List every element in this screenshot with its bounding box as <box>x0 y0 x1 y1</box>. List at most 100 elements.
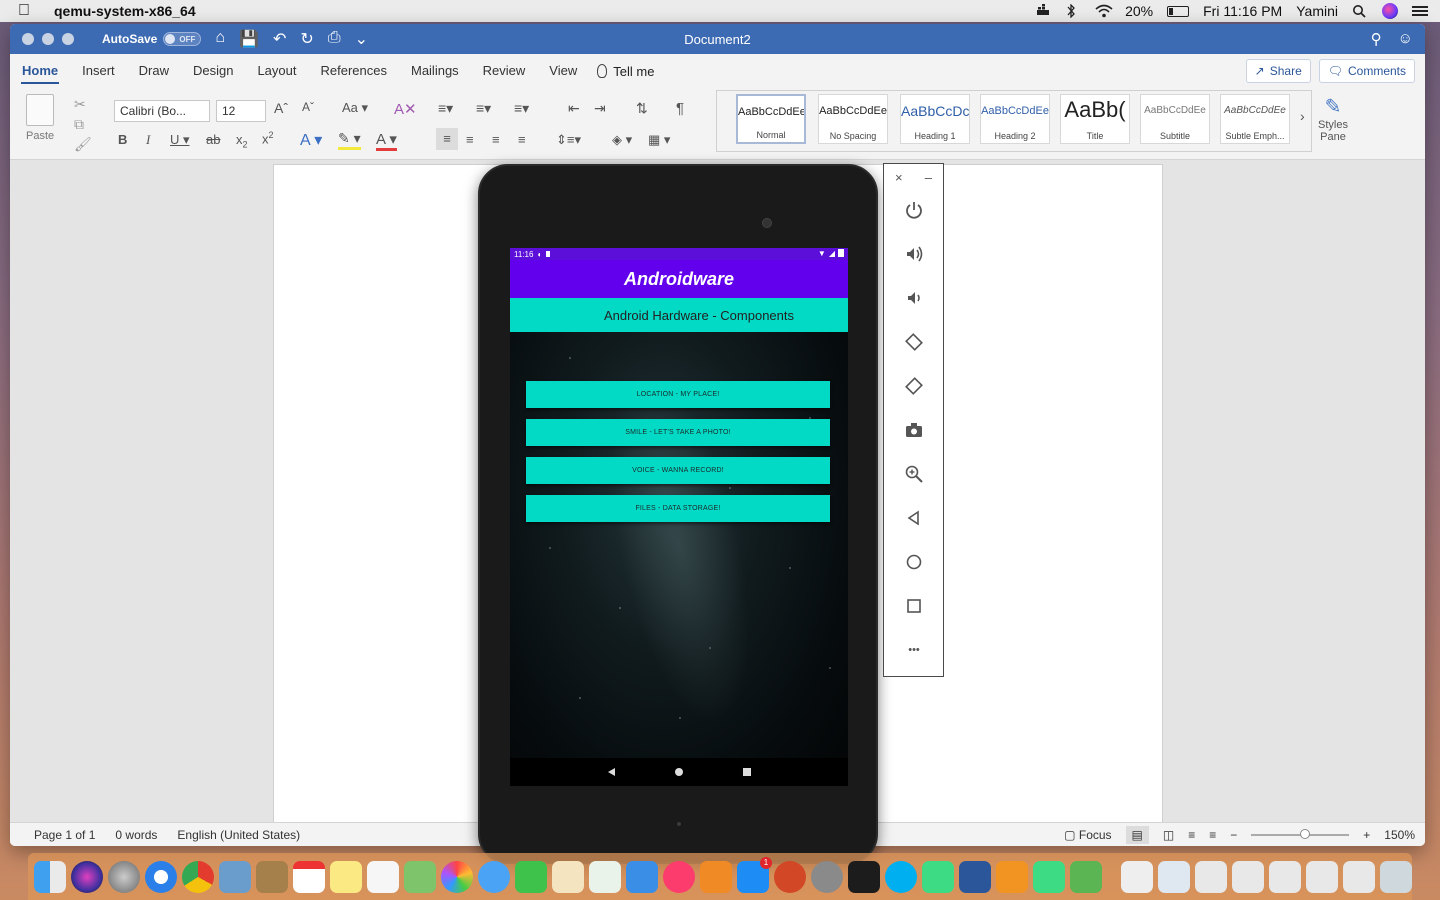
overview-square-icon[interactable] <box>902 594 926 618</box>
redo-icon[interactable]: ↻ <box>300 29 313 49</box>
chrome-icon[interactable] <box>182 860 214 893</box>
storage-button[interactable]: FILES - DATA STORAGE! <box>526 495 830 522</box>
bluetooth-icon[interactable] <box>1065 3 1081 19</box>
screenshot-stack-icon[interactable] <box>1343 860 1375 893</box>
font-name-select[interactable]: Calibri (Bo... <box>114 100 210 122</box>
zoom-percent[interactable]: 150% <box>1384 828 1415 842</box>
tell-me-box[interactable]: Tell me <box>597 64 654 79</box>
volume-down-icon[interactable] <box>902 286 926 310</box>
battery-icon[interactable] <box>1167 5 1190 17</box>
siri-dock-icon[interactable] <box>71 860 103 893</box>
style-heading-2[interactable]: AaBbCcDdEe Heading 2 <box>980 94 1050 144</box>
justify-icon[interactable]: ≡ <box>518 132 526 147</box>
style-title[interactable]: AaBb( Title <box>1060 94 1130 144</box>
text-effects-icon[interactable]: A ▾ <box>300 130 322 150</box>
customize-toolbar-icon[interactable]: ⌄ <box>355 29 368 49</box>
clear-formatting-icon[interactable]: A✕ <box>394 100 417 118</box>
tab-references[interactable]: References <box>309 54 399 88</box>
trash-icon[interactable] <box>1380 860 1412 893</box>
books-icon[interactable] <box>700 860 732 893</box>
more-options-icon[interactable]: ••• <box>902 638 926 662</box>
spotlight-search-icon[interactable] <box>1352 4 1368 18</box>
photo-button[interactable]: SMILE - LET'S TAKE A PHOTO! <box>526 419 830 446</box>
notes-icon[interactable] <box>330 860 362 893</box>
strikethrough-icon[interactable]: ab <box>206 132 220 147</box>
zoom-slider-thumb[interactable] <box>1300 829 1311 839</box>
increase-indent-icon[interactable]: ⇥ <box>594 100 606 117</box>
share-button[interactable]: ↗ Share <box>1245 59 1311 83</box>
home-circle-icon[interactable] <box>902 550 926 574</box>
contacts-icon[interactable] <box>256 860 288 893</box>
search-icon[interactable]: ⚲ <box>1371 30 1382 48</box>
terminal-icon[interactable] <box>848 860 880 893</box>
nav-recents-icon[interactable] <box>742 768 751 776</box>
android-screen[interactable]: 11:16 ◐ ▼ ◢ Androidware Android Hardware… <box>510 248 848 786</box>
align-center-icon[interactable]: ≡ <box>466 132 474 147</box>
undo-icon[interactable]: ↶ <box>273 29 286 49</box>
tab-mailings[interactable]: Mailings <box>399 54 471 88</box>
page-count[interactable]: Page 1 of 1 <box>34 828 95 842</box>
shading-icon[interactable]: ◈ ▾ <box>612 132 632 148</box>
location-button[interactable]: LOCATION - MY PLACE! <box>526 381 830 408</box>
safari-icon[interactable] <box>145 860 177 893</box>
minimize-window-button[interactable] <box>42 33 54 45</box>
android-studio-icon[interactable] <box>922 860 954 893</box>
messages-icon[interactable] <box>478 860 510 893</box>
word-count[interactable]: 0 words <box>115 828 157 842</box>
italic-icon[interactable]: I <box>146 132 150 148</box>
volume-up-icon[interactable] <box>902 242 926 266</box>
home-icon[interactable]: ⌂ <box>215 29 225 49</box>
siri-icon[interactable] <box>1382 3 1398 19</box>
screenshot-stack-icon[interactable] <box>1306 860 1338 893</box>
multilevel-list-icon[interactable]: ≡▾ <box>514 100 529 117</box>
print-layout-view-icon[interactable]: ▤ <box>1125 826 1149 844</box>
superscript-icon[interactable]: x2 <box>262 130 274 146</box>
panel-close-icon[interactable]: × <box>895 170 903 185</box>
facetime-icon[interactable] <box>515 860 547 893</box>
line-spacing-icon[interactable]: ⇕≡▾ <box>556 132 581 148</box>
smiley-feedback-icon[interactable]: ☺ <box>1398 30 1413 48</box>
pages-icon[interactable] <box>552 860 584 893</box>
screenshot-stack-icon[interactable] <box>1195 860 1227 893</box>
zoom-icon[interactable] <box>902 462 926 486</box>
tab-design[interactable]: Design <box>181 54 245 88</box>
format-painter-icon[interactable]: 🖌 <box>74 134 92 154</box>
tab-view[interactable]: View <box>537 54 589 88</box>
show-formatting-icon[interactable]: ¶ <box>676 100 684 117</box>
back-icon[interactable] <box>902 506 926 530</box>
save-icon[interactable]: 💾 <box>239 29 259 49</box>
rotate-right-icon[interactable] <box>902 374 926 398</box>
styles-more-chevron-icon[interactable]: › <box>1300 108 1305 124</box>
reminders-icon[interactable] <box>367 860 399 893</box>
paste-button[interactable]: Paste <box>26 94 54 142</box>
web-layout-view-icon[interactable]: ◫ <box>1163 828 1174 842</box>
numbering-icon[interactable]: ≡▾ <box>476 100 491 117</box>
system-preferences-icon[interactable] <box>811 860 843 893</box>
bold-icon[interactable]: B <box>118 132 127 147</box>
style-subtitle[interactable]: AaBbCcDdEe Subtitle <box>1140 94 1210 144</box>
android-emulator-icon[interactable] <box>1033 860 1065 893</box>
maps-icon[interactable] <box>404 860 436 893</box>
style-heading-1[interactable]: AaBbCcDc Heading 1 <box>900 94 970 144</box>
draft-view-icon[interactable]: ≡ <box>1209 828 1216 842</box>
menubar-user[interactable]: Yamini <box>1296 3 1338 19</box>
active-app-name[interactable]: qemu-system-x86_64 <box>54 3 196 19</box>
screenshot-camera-icon[interactable] <box>902 418 926 442</box>
notification-center-icon[interactable] <box>1412 4 1428 18</box>
subscript-icon[interactable]: x2 <box>236 132 248 150</box>
rotate-left-icon[interactable] <box>902 330 926 354</box>
cut-icon[interactable]: ✂ <box>74 94 92 114</box>
font-color-icon[interactable]: A ▾ <box>376 130 397 151</box>
zoom-slider[interactable] <box>1251 829 1350 839</box>
style-subtle-emphasis[interactable]: AaBbCcDdEe Subtle Emph... <box>1220 94 1290 144</box>
word-icon[interactable] <box>959 860 991 893</box>
nav-home-icon[interactable] <box>674 768 683 776</box>
zoom-window-button[interactable] <box>62 33 74 45</box>
app-store-icon[interactable]: 1 <box>737 856 772 893</box>
launchpad-icon[interactable] <box>108 860 140 893</box>
photos-icon[interactable] <box>441 860 473 893</box>
menubar-clock[interactable]: Fri 11:16 PM <box>1203 3 1282 19</box>
finder-icon[interactable] <box>34 860 66 893</box>
screenshot-stack-icon[interactable] <box>1232 860 1264 893</box>
power-icon[interactable] <box>902 198 926 222</box>
